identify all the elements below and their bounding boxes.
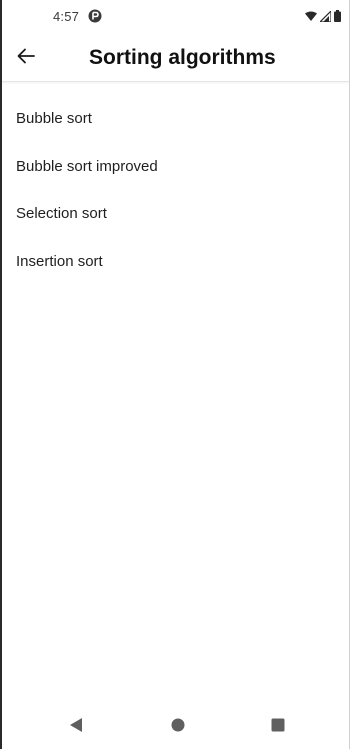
cell-signal-icon — [320, 10, 331, 22]
list-item-bubble-sort[interactable]: Bubble sort — [2, 95, 349, 143]
list-item-label: Bubble sort improved — [16, 157, 158, 175]
wifi-icon — [305, 11, 317, 21]
nav-back-triangle-icon — [69, 717, 83, 738]
status-time: 4:57 — [53, 9, 80, 24]
back-button[interactable] — [12, 44, 40, 72]
phone-screen: 4:57 Sorting algorithms Bubble sort Bubb… — [0, 0, 350, 749]
list-item-label: Selection sort — [16, 205, 107, 223]
status-bar: 4:57 — [2, 0, 349, 34]
page-title: Sorting algorithms — [89, 46, 276, 69]
nav-recents-button[interactable] — [268, 717, 288, 737]
list-item-label: Insertion sort — [16, 252, 103, 270]
list-item-selection-sort[interactable]: Selection sort — [2, 190, 349, 238]
arrow-back-icon — [17, 48, 35, 69]
nav-home-circle-icon — [171, 718, 185, 737]
debug-app-icon — [88, 9, 102, 23]
nav-back-button[interactable] — [66, 717, 86, 737]
algorithm-list: Bubble sort Bubble sort improved Selecti… — [2, 95, 349, 285]
status-icons — [305, 10, 341, 22]
system-navigation-bar — [2, 705, 349, 749]
battery-icon — [334, 10, 341, 22]
list-item-insertion-sort[interactable]: Insertion sort — [2, 238, 349, 286]
nav-home-button[interactable] — [168, 717, 188, 737]
app-bar: Sorting algorithms — [2, 34, 349, 82]
nav-recents-square-icon — [271, 718, 285, 737]
list-item-bubble-sort-improved[interactable]: Bubble sort improved — [2, 143, 349, 191]
list-item-label: Bubble sort — [16, 110, 92, 128]
